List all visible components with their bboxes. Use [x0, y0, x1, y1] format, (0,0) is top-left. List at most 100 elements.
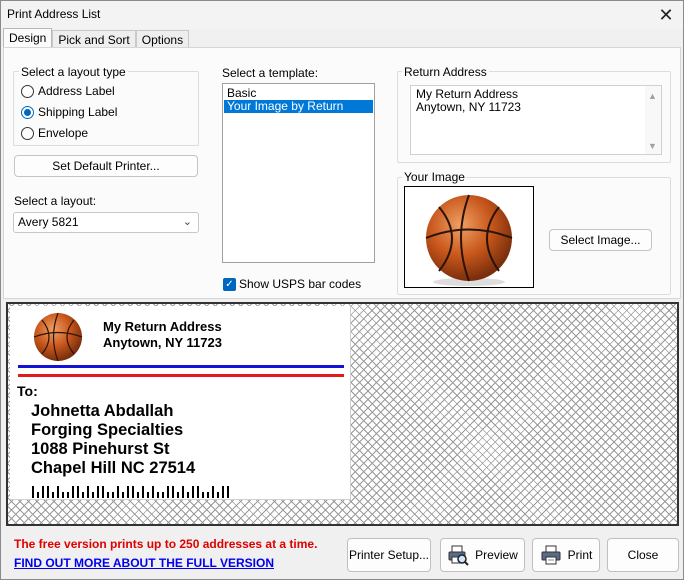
title-bar: Print Address List ✕	[1, 1, 683, 29]
layout-label: Select a layout:	[14, 194, 97, 208]
basketball-icon	[425, 194, 513, 286]
print-label: Print	[567, 548, 593, 562]
barcode-bar	[142, 486, 144, 498]
radio-button-selected[interactable]	[21, 105, 34, 119]
barcode-bar	[77, 486, 79, 498]
recipient-line: Chapel Hill NC 27514	[31, 459, 196, 477]
barcode-bar	[182, 486, 184, 498]
barcode-bar	[222, 486, 224, 498]
print-address-list-window: Print Address List ✕ Design Pick and Sor…	[0, 0, 684, 580]
radio-button[interactable]	[21, 84, 34, 98]
image-preview-box	[404, 186, 534, 288]
tab-design[interactable]: Design	[3, 28, 53, 48]
layout-type-label: Select a layout type	[19, 65, 128, 79]
preview-button[interactable]: Preview	[440, 538, 525, 572]
recipient-line: Johnetta Abdallah	[31, 402, 174, 420]
barcode-bar	[67, 492, 69, 498]
preview-return-line: My Return Address	[103, 319, 222, 334]
print-button[interactable]: Print	[532, 538, 600, 572]
usps-barcode	[32, 486, 229, 498]
radio-shipping-label[interactable]: Shipping Label	[21, 105, 117, 119]
barcode-bar	[172, 486, 174, 498]
radio-label: Envelope	[38, 126, 89, 140]
barcode-bar	[192, 486, 194, 498]
barcode-bar	[227, 486, 229, 498]
barcode-bar	[57, 486, 59, 498]
printer-icon	[541, 545, 561, 565]
recipient-line: Forging Specialties	[31, 421, 184, 439]
red-stripe	[18, 374, 344, 377]
barcode-bar	[177, 492, 179, 498]
recipient-address: Johnetta Abdallah Forging Specialties 10…	[31, 402, 195, 478]
barcode-bar	[52, 492, 54, 498]
barcode-bar	[162, 492, 164, 498]
barcode-bar	[82, 492, 84, 498]
barcode-bar	[207, 492, 209, 498]
usps-barcode-label: Show USPS bar codes	[239, 277, 362, 291]
shipping-label-preview: My Return Address Anytown, NY 11723 To: …	[10, 306, 351, 500]
barcode-bar	[112, 492, 114, 498]
radio-label: Shipping Label	[38, 105, 118, 119]
full-version-link[interactable]: FIND OUT MORE ABOUT THE FULL VERSION	[14, 556, 274, 570]
preview-return-line: Anytown, NY 11723	[103, 335, 222, 350]
template-listbox[interactable]: Basic Your Image by Return	[222, 83, 375, 263]
scrollbar[interactable]: ▲ ▼	[645, 86, 661, 154]
template-label: Select a template:	[222, 66, 319, 80]
set-default-printer-button[interactable]: Set Default Printer...	[14, 155, 198, 177]
barcode-bar	[197, 486, 199, 498]
barcode-bar	[132, 486, 134, 498]
barcode-bar	[137, 492, 139, 498]
close-button[interactable]: Close	[607, 538, 679, 572]
barcode-bar	[42, 486, 44, 498]
barcode-bar	[187, 492, 189, 498]
to-label: To:	[17, 383, 38, 399]
your-image-label: Your Image	[402, 170, 467, 184]
usps-barcode-checkbox[interactable]: ✓	[223, 277, 236, 291]
barcode-bar	[37, 492, 39, 498]
template-item-your-image-by-return[interactable]: Your Image by Return	[224, 100, 373, 113]
usps-barcode-checkbox-row[interactable]: ✓ Show USPS bar codes	[223, 277, 361, 291]
return-address-line: Anytown, NY 11723	[416, 100, 521, 114]
return-address-textarea[interactable]: My Return Address Anytown, NY 11723 ▲ ▼	[410, 85, 662, 155]
barcode-bar	[32, 486, 34, 498]
barcode-bar	[202, 492, 204, 498]
barcode-bar	[102, 486, 104, 498]
close-icon[interactable]: ✕	[653, 3, 679, 27]
layout-select[interactable]: Avery 5821 ⌄	[13, 212, 199, 233]
printer-setup-button[interactable]: Printer Setup...	[347, 538, 431, 572]
blue-stripe	[18, 365, 344, 368]
barcode-bar	[217, 492, 219, 498]
preview-label: Preview	[475, 548, 518, 562]
recipient-line: 1088 Pinehurst St	[31, 440, 170, 458]
barcode-bar	[62, 492, 64, 498]
barcode-bar	[92, 492, 94, 498]
layout-select-value: Avery 5821	[18, 215, 79, 229]
barcode-bar	[122, 492, 124, 498]
barcode-bar	[212, 486, 214, 498]
barcode-bar	[157, 492, 159, 498]
select-image-button[interactable]: Select Image...	[549, 229, 652, 251]
scroll-up-icon[interactable]: ▲	[648, 90, 657, 103]
barcode-bar	[152, 486, 154, 498]
barcode-bar	[147, 492, 149, 498]
radio-envelope[interactable]: Envelope	[21, 126, 88, 140]
radio-label: Address Label	[38, 84, 115, 98]
radio-button[interactable]	[21, 126, 34, 140]
printer-setup-label: Printer Setup...	[348, 548, 430, 562]
scroll-down-icon[interactable]: ▼	[648, 140, 657, 153]
close-label: Close	[627, 548, 659, 562]
window-title: Print Address List	[7, 7, 101, 21]
barcode-bar	[167, 486, 169, 498]
radio-address-label[interactable]: Address Label	[21, 84, 115, 98]
return-address-label: Return Address	[402, 65, 489, 79]
barcode-bar	[97, 486, 99, 498]
free-version-notice: The free version prints up to 250 addres…	[14, 537, 318, 551]
barcode-bar	[107, 492, 109, 498]
basketball-icon	[33, 312, 83, 362]
preview-return-address: My Return Address Anytown, NY 11723	[103, 319, 222, 351]
chevron-down-icon: ⌄	[182, 216, 192, 228]
barcode-bar	[117, 486, 119, 498]
print-preview-icon	[448, 545, 469, 566]
label-preview-area: My Return Address Anytown, NY 11723 To: …	[6, 302, 679, 526]
barcode-bar	[127, 486, 129, 498]
